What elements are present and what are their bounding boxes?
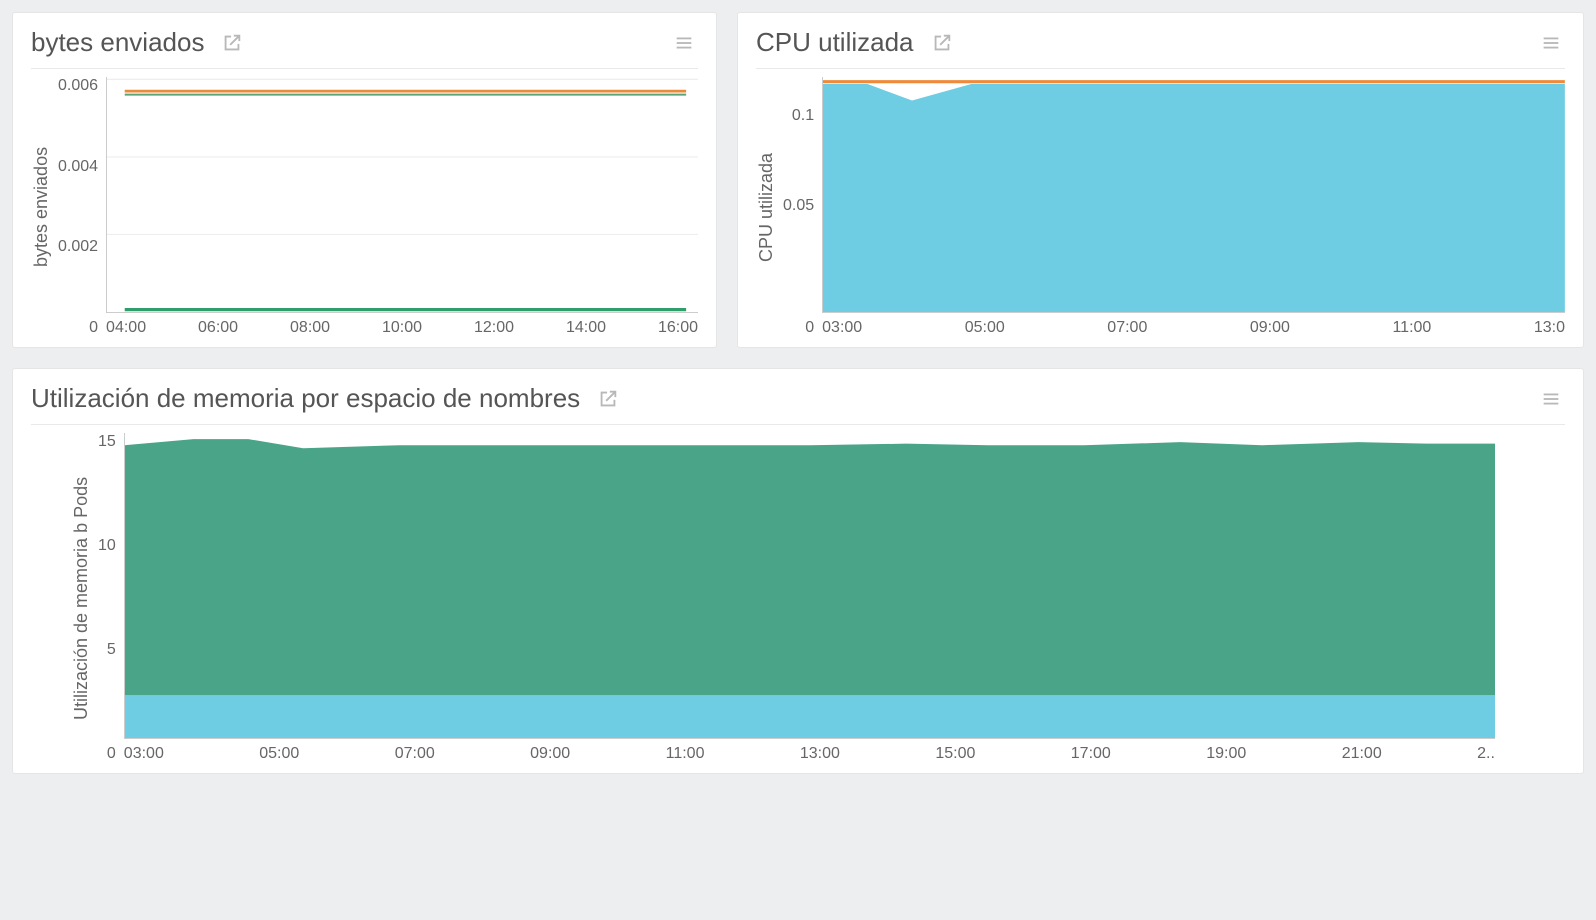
x-axis-ticks: 03:00 05:00 07:00 09:00 11:00 13:00 15:0… [124,739,1495,763]
y-tick: 0 [107,745,116,763]
card-header: Utilización de memoria por espacio de no… [31,383,1565,425]
y-axis-ticks: 15 10 5 0 [92,433,124,763]
y-tick: 10 [98,537,116,555]
y-axis-label: Utilización de memoria b Pods [71,433,92,763]
x-tick: 12:00 [474,319,514,337]
card-bytes-sent: bytes enviados bytes enviados 0.006 0.00… [12,12,717,348]
y-tick: 0.002 [58,238,98,256]
y-tick: 0.1 [792,107,814,125]
x-tick: 09:00 [1250,319,1290,337]
hamburger-menu-icon[interactable] [1537,29,1565,57]
open-external-icon[interactable] [928,29,956,57]
x-axis-ticks: 03:00 05:00 07:00 09:00 11:00 13:0 [822,313,1565,337]
card-title-bytes-sent: bytes enviados [31,27,204,58]
open-external-icon[interactable] [594,385,622,413]
open-external-icon[interactable] [218,29,246,57]
card-cpu-used: CPU utilizada CPU utilizada 0.1 0.05 0 [737,12,1584,348]
x-tick: 11:00 [1392,319,1431,337]
x-tick: 15:00 [935,745,975,763]
x-tick: 06:00 [198,319,238,337]
plot-area[interactable] [822,77,1565,313]
y-tick: 0.006 [58,77,98,95]
x-tick: 11:00 [666,745,705,763]
chart-memory-by-namespace: Utilización de memoria b Pods 15 10 5 0 [31,433,1565,763]
card-header: bytes enviados [31,27,698,69]
y-axis-ticks: 0.1 0.05 0 [777,77,822,337]
plot-area[interactable] [124,433,1495,739]
dashboard-grid: bytes enviados bytes enviados 0.006 0.00… [12,12,1584,774]
x-tick: 19:00 [1206,745,1246,763]
x-tick: 05:00 [965,319,1005,337]
plot-area[interactable] [106,77,698,313]
hamburger-menu-icon[interactable] [1537,385,1565,413]
y-tick: 15 [98,433,116,451]
x-tick: 13:0 [1534,319,1565,337]
x-tick: 09:00 [530,745,570,763]
card-title-cpu-used: CPU utilizada [756,27,914,58]
card-memory-by-namespace: Utilización de memoria por espacio de no… [12,368,1584,774]
x-tick: 13:00 [800,745,840,763]
y-axis-label: CPU utilizada [756,77,777,337]
y-tick: 0 [89,319,98,337]
y-tick: 0 [805,319,814,337]
y-tick: 0.05 [783,197,814,215]
x-tick: 14:00 [566,319,606,337]
x-tick: 17:00 [1071,745,1111,763]
x-tick: 04:00 [106,319,146,337]
x-tick: 16:00 [658,319,698,337]
x-tick: 07:00 [395,745,435,763]
x-tick: 03:00 [822,319,862,337]
chart-cpu-used: CPU utilizada 0.1 0.05 0 03:00 05: [756,77,1565,337]
x-tick: 05:00 [259,745,299,763]
x-tick: 2.. [1477,745,1495,763]
chart-bytes-sent: bytes enviados 0.006 0.004 0.002 0 [31,77,698,337]
card-header: CPU utilizada [756,27,1565,69]
x-tick: 10:00 [382,319,422,337]
y-tick: 5 [107,641,116,659]
card-title-memory-by-namespace: Utilización de memoria por espacio de no… [31,383,580,414]
x-tick: 03:00 [124,745,164,763]
y-axis-ticks: 0.006 0.004 0.002 0 [52,77,106,337]
x-tick: 08:00 [290,319,330,337]
y-axis-label: bytes enviados [31,77,52,337]
hamburger-menu-icon[interactable] [670,29,698,57]
y-tick: 0.004 [58,158,98,176]
x-tick: 07:00 [1107,319,1147,337]
x-tick: 21:00 [1342,745,1382,763]
x-axis-ticks: 04:00 06:00 08:00 10:00 12:00 14:00 16:0… [106,313,698,337]
